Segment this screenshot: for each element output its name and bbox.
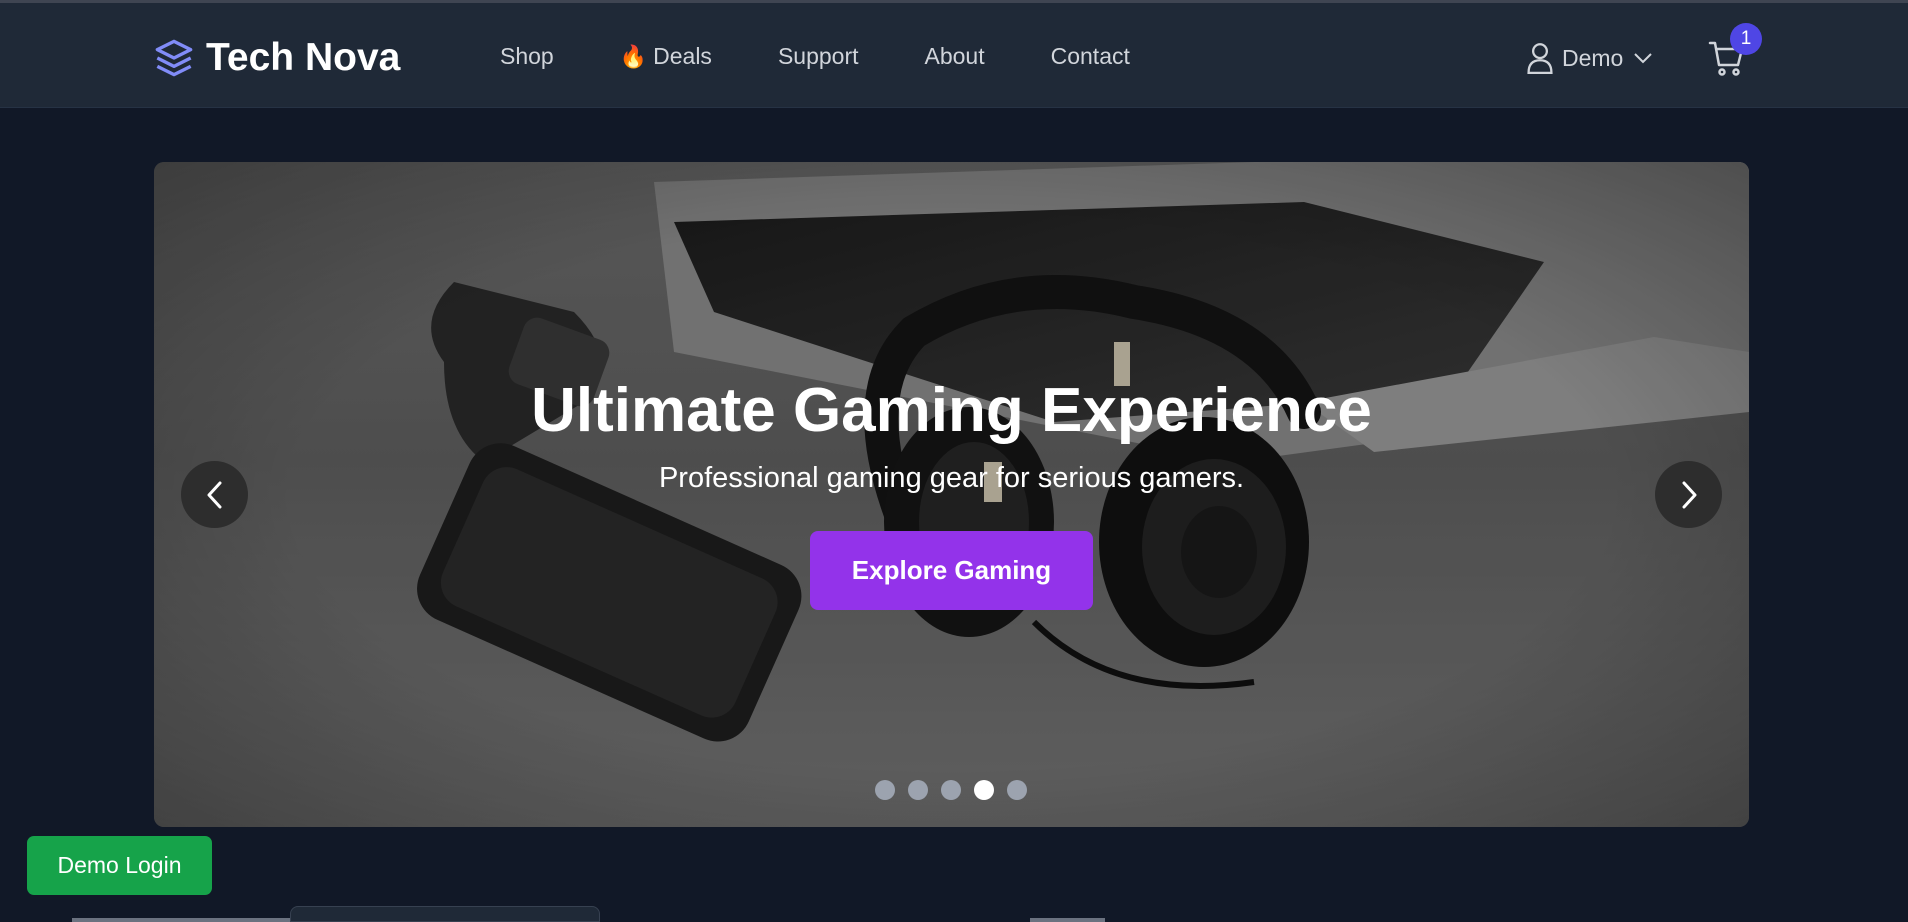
nav-about-label: About	[924, 43, 985, 69]
hero-subtitle: Professional gaming gear for serious gam…	[658, 462, 1245, 494]
brand-name: Tech Nova	[206, 36, 401, 79]
carousel-next-button[interactable]	[1655, 461, 1722, 528]
carousel-dot[interactable]	[941, 780, 961, 800]
nav-deals[interactable]: 🔥 Deals	[620, 43, 712, 70]
nav-contact[interactable]: Contact	[1051, 43, 1130, 70]
fire-icon: 🔥	[619, 43, 648, 69]
carousel-dot-active[interactable]	[974, 780, 994, 800]
main-nav: Shop 🔥 Deals Support About Contact	[500, 43, 1196, 70]
nav-about[interactable]: About	[925, 43, 985, 70]
nav-support[interactable]: Support	[778, 43, 859, 70]
carousel-prev-button[interactable]	[181, 461, 248, 528]
user-menu[interactable]: Demo	[1526, 42, 1653, 74]
nav-shop[interactable]: Shop	[500, 43, 554, 70]
chevron-down-icon	[1634, 53, 1653, 64]
section-divider	[1030, 918, 1105, 922]
user-icon	[1527, 43, 1553, 74]
carousel-dot[interactable]	[1007, 780, 1027, 800]
carousel-dot[interactable]	[875, 780, 895, 800]
carousel-dot[interactable]	[908, 780, 928, 800]
demo-login-button[interactable]: Demo Login	[27, 836, 212, 895]
nav-contact-label: Contact	[1050, 43, 1130, 69]
brand-logo[interactable]: Tech Nova	[154, 36, 400, 80]
hero-title: Ultimate Gaming Experience	[531, 376, 1372, 445]
explore-gaming-button[interactable]: Explore Gaming	[810, 531, 1093, 610]
layers-icon	[155, 39, 193, 77]
carousel-indicators	[875, 780, 1040, 800]
chevron-right-icon	[1682, 481, 1696, 508]
nav-support-label: Support	[777, 43, 859, 69]
category-tab-edge	[290, 906, 600, 922]
site-header: Tech Nova Shop 🔥 Deals Support About Cont…	[0, 3, 1908, 108]
user-label: Demo	[1562, 44, 1624, 71]
chevron-left-icon	[207, 481, 221, 508]
nav-shop-label: Shop	[500, 43, 554, 69]
cart-count-badge: 1	[1730, 23, 1762, 55]
nav-deals-label: Deals	[653, 43, 712, 69]
page-edge	[1904, 108, 1908, 922]
hero-carousel: Ultimate Gaming Experience Professional …	[154, 162, 1749, 827]
